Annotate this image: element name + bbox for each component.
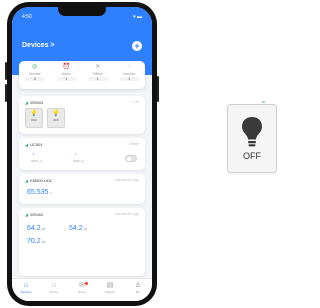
switch-detail-button[interactable]: OFF [227, 104, 277, 173]
switch-state: OFF [53, 118, 59, 122]
reading-number: 64.2 [27, 225, 41, 232]
signal-icon: ◢ [25, 142, 29, 147]
signal-icon: ◢ [25, 212, 29, 217]
page-title-text: Devices [22, 42, 49, 49]
switch-state-label: OFF [243, 151, 261, 161]
switch-button-1[interactable]: 💡 OFF [25, 108, 43, 128]
card-header: ◢ UC501 [25, 142, 43, 147]
add-device-button[interactable]: + [132, 41, 142, 51]
stat-normal[interactable]: ◎ Normal 4 [19, 61, 51, 89]
toggle-switch[interactable] [125, 155, 137, 162]
stat-label: Alarm [61, 72, 71, 76]
device-card-ws302[interactable]: ◢ WS302 Normal 8m ago 64.2dB 54.2dB 70.2d… [19, 208, 145, 276]
reading-number: 54.2 [69, 225, 83, 232]
switch-state: OFF [31, 118, 37, 122]
stat-count: 4 [25, 77, 45, 81]
chevron-right-icon: > [50, 42, 55, 49]
check-circle-icon: ◎ [32, 64, 38, 70]
stat-count: 1 [56, 77, 76, 81]
gpio-label: GPIO_1 [31, 159, 42, 163]
reading-number: 70.2 [27, 238, 41, 245]
reading-number: 65.535 [27, 189, 49, 196]
gpio-label: GPIO_2 [73, 159, 84, 163]
reading-value: 70.2dB [27, 238, 45, 245]
stat-count: 1 [119, 77, 139, 81]
selection-indicator [262, 101, 265, 103]
signal-icon: ◢ [25, 178, 29, 183]
tab-label: Home [49, 290, 58, 294]
reading-value: 64.2dB [27, 225, 45, 232]
volume-up-button [5, 62, 7, 80]
card-status: Online [128, 142, 139, 146]
volume-down-button [5, 84, 7, 102]
tab-event[interactable]: ✉ Event [68, 279, 96, 301]
signal-icon: ◢ [25, 100, 29, 105]
status-time: 4:50 [22, 14, 32, 20]
tab-me[interactable]: ♙ Me [124, 279, 152, 301]
offline-icon: ✕ [95, 64, 101, 70]
stat-offline[interactable]: ✕ Offline 1 [82, 61, 114, 89]
event-icon: ✉ [79, 282, 85, 289]
card-status: Normal 8m ago [115, 212, 139, 216]
stat-label: Inactive [123, 72, 136, 76]
app-screen: 4:50 ▾ ▬ Devices > + ◎ Normal 4 ⏰ Alarm … [12, 7, 152, 301]
status-icons: ▾ ▬ [133, 14, 142, 20]
tab-label: Event [78, 290, 86, 294]
gpio-dot: • [33, 151, 35, 156]
alarm-icon: ⏰ [62, 64, 70, 70]
tab-label: Report [105, 290, 115, 294]
status-bar: 4:50 ▾ ▬ [22, 14, 142, 22]
devices-icon: ⌂ [23, 282, 29, 289]
stat-count: 1 [88, 77, 108, 81]
switch-button-2[interactable]: 💡 OFF [47, 108, 65, 128]
device-name: EM500-UDL [30, 178, 53, 183]
lightbulb-icon: 💡 [52, 111, 60, 117]
device-name: UC501 [30, 142, 43, 147]
reading-unit: m [49, 191, 52, 195]
lightbulb-icon [242, 117, 262, 147]
reading-value: 65.535m [27, 189, 52, 196]
device-name: WS302 [30, 212, 44, 217]
phone-frame: 4:50 ▾ ▬ Devices > + ◎ Normal 4 ⏰ Alarm … [5, 2, 159, 306]
card-header: ◢ EM500-UDL [25, 178, 52, 183]
tab-label: Devices [20, 290, 32, 294]
device-card-em500[interactable]: ◢ EM500-UDL Normal 6m ago 65.535m [19, 174, 145, 204]
tab-report[interactable]: ▤ Report [96, 279, 124, 301]
lightbulb-icon: 💡 [30, 111, 38, 117]
page-title[interactable]: Devices > [22, 42, 55, 49]
me-icon: ♙ [134, 282, 142, 289]
card-header: ◢ WS302 [25, 212, 43, 217]
gpio-dot: • [75, 151, 77, 156]
card-status: 1 2s [132, 100, 139, 104]
card-header: ◢ WS503 [25, 100, 43, 105]
inactive-icon: ◌ [127, 64, 132, 70]
stat-alarm[interactable]: ⏰ Alarm 1 [51, 61, 83, 89]
stat-inactive[interactable]: ◌ Inactive 1 [114, 61, 146, 89]
device-name: WS503 [30, 100, 44, 105]
reading-unit: dB [41, 240, 46, 244]
reading-unit: dB [41, 227, 46, 231]
device-card-uc501[interactable]: ◢ UC501 Online • GPIO_1 • GPIO_2 [19, 138, 145, 170]
tab-home[interactable]: ⌂ Home [40, 279, 68, 301]
notification-badge [85, 282, 88, 285]
card-status: Normal 6m ago [115, 178, 139, 182]
report-icon: ▤ [106, 282, 114, 289]
power-button [157, 76, 159, 102]
bottom-tab-bar: ⌂ Devices ⌂ Home ✉ Event ▤ Report ♙ Me [12, 278, 152, 301]
home-icon: ⌂ [51, 282, 57, 289]
device-card-ws503[interactable]: ◢ WS503 1 2s 💡 OFF 💡 OFF [19, 96, 145, 134]
reading-unit: dB [83, 227, 88, 231]
status-summary: ◎ Normal 4 ⏰ Alarm 1 ✕ Offline 1 ◌ Inact… [19, 61, 145, 89]
tab-devices[interactable]: ⌂ Devices [12, 279, 40, 301]
stat-label: Normal [29, 72, 41, 76]
reading-value: 54.2dB [69, 225, 87, 232]
stat-label: Offline [92, 72, 103, 76]
tab-label: Me [135, 290, 141, 294]
